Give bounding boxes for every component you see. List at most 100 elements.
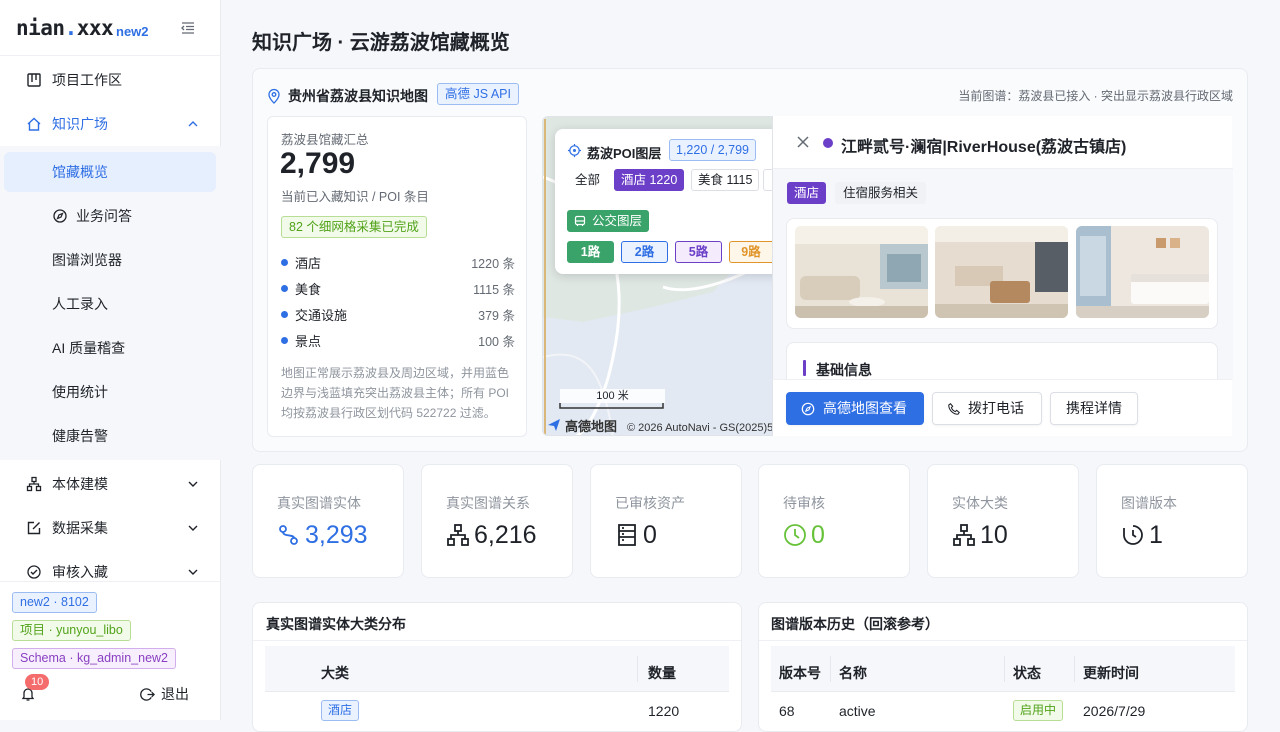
stat-card-version: 图谱版本 1 (1096, 464, 1248, 578)
col-count: 数量 (648, 665, 676, 681)
nav-sub-ai-audit[interactable]: AI 质量稽查 (4, 328, 216, 368)
section-title: 基础信息 (816, 362, 872, 378)
map-scale-label: 100 米 (560, 389, 665, 403)
summary-description: 地图正常展示荔波县及周边区域，并用蓝色边界与浅蓝填充突出荔波县主体；所有 POI… (281, 366, 510, 420)
summary-card: 荔波县馆藏汇总 2,799 当前已入藏知识 / POI 条目 82 个细网格采集… (267, 116, 527, 437)
stat-label: 实体大类 (952, 495, 1008, 511)
stat-label: 真实图谱实体 (277, 495, 361, 511)
close-icon[interactable] (795, 134, 811, 150)
logout-button[interactable]: 退出 (140, 684, 189, 704)
compass-icon (801, 402, 815, 416)
stat-card-approved: 已审核资产 0 (590, 464, 742, 578)
nav-collect[interactable]: 数据采集 (4, 508, 216, 548)
map-brand: 高德地图 (565, 419, 618, 434)
nav-workspace-label: 项目工作区 (52, 72, 122, 88)
app-logo[interactable]: nian.xxx (16, 16, 114, 40)
route-2-button[interactable]: 2路 (621, 241, 668, 263)
stat-card-pending: 待审核 0 (758, 464, 910, 578)
nav-sub-label: 图谱浏览器 (52, 252, 122, 268)
schema-tag: Schema · kg_admin_new2 (12, 648, 176, 669)
scale-bar (559, 403, 664, 409)
poi-name: 江畔贰号·澜宿|RiverHouse(荔波古镇店) (841, 139, 1127, 156)
version-number: 68 (779, 703, 795, 719)
hotel-photo-3[interactable] (1076, 226, 1209, 318)
collection-done-tag: 82 个细网格采集已完成 (281, 216, 427, 238)
amap-view-label: 高德地图查看 (823, 400, 907, 416)
filter-hotel[interactable]: 酒店 1220 (614, 169, 685, 191)
stat-label: 待审核 (783, 495, 825, 511)
category-row: 景点 100 条 (281, 331, 515, 349)
status-badge: 启用中 (1013, 700, 1064, 721)
nav-sub-label: 馆藏概览 (52, 164, 108, 180)
category-row: 美食 1115 条 (281, 279, 515, 297)
collapse-menu-icon[interactable] (180, 20, 196, 36)
basic-info-section: 基础信息 (786, 342, 1218, 379)
col-name: 名称 (839, 665, 867, 681)
nav-sub-browser[interactable]: 图谱浏览器 (4, 240, 216, 280)
poi-type-tag: 酒店 (787, 182, 827, 204)
nav-sub-overview[interactable]: 馆藏概览 (4, 152, 216, 192)
route-1-button[interactable]: 1路 (567, 241, 614, 263)
clock-icon (784, 524, 806, 546)
col-version: 版本号 (779, 665, 821, 681)
bus-icon (574, 215, 586, 226)
stat-label: 已审核资产 (615, 495, 685, 511)
map-panel-header: 贵州省荔波县知识地图 (266, 86, 428, 106)
nav-sub-label: 业务问答 (76, 208, 132, 224)
summary-subtitle: 当前已入藏知识 / POI 条目 (281, 190, 429, 204)
poi-subtype-tag: 住宿服务相关 (835, 182, 927, 204)
nav-workspace[interactable]: 项目工作区 (4, 60, 216, 100)
logout-icon (140, 687, 155, 701)
category-count: 1220 (648, 703, 680, 719)
env-tag: new2 (116, 24, 149, 39)
nav-ontology[interactable]: 本体建模 (4, 464, 216, 504)
nav-knowledge[interactable]: 知识广场 (4, 104, 216, 144)
board-icon (27, 73, 41, 87)
bus-layer-toggle[interactable]: 公交图层 (567, 210, 650, 232)
stat-value: 1 (1149, 521, 1163, 549)
route-9-button[interactable]: 9路 (729, 241, 772, 263)
poi-color-dot (823, 138, 833, 148)
ctrip-detail-button[interactable]: 携程详情 (1050, 392, 1138, 425)
col-updated: 更新时间 (1083, 665, 1139, 681)
amap-view-button[interactable]: 高德地图查看 (786, 392, 924, 425)
col-status: 状态 (1013, 665, 1041, 681)
filter-food[interactable]: 美食 1115 (691, 169, 760, 191)
category-row: 交通设施 379 条 (281, 305, 515, 323)
hierarchy-icon (26, 476, 42, 492)
home-icon (27, 117, 41, 131)
nav-ontology-label: 本体建模 (52, 476, 108, 492)
route-5-button[interactable]: 5路 (675, 241, 722, 263)
hotel-photo-1[interactable] (795, 226, 928, 318)
stat-card-relations: 真实图谱关系 6,216 (421, 464, 573, 578)
stat-label: 真实图谱关系 (446, 495, 530, 511)
stat-value: 3,293 (305, 521, 368, 549)
nav-sub-usage[interactable]: 使用统计 (4, 372, 216, 412)
map-panel-title: 贵州省荔波县知识地图 (288, 88, 428, 104)
project-tag: 项目 · yunyou_libo (12, 620, 131, 641)
chevron-down-icon (188, 481, 198, 487)
call-button[interactable]: 拨打电话 (932, 392, 1042, 425)
version-name: active (839, 703, 876, 719)
nav-sub-label: AI 质量稽查 (52, 340, 126, 356)
hotel-photo-2[interactable] (935, 226, 1068, 318)
check-circle-icon (27, 565, 41, 579)
nav-review-label: 审核入藏 (52, 564, 108, 580)
entity-link-icon (279, 525, 298, 545)
nav-sub-label: 人工录入 (52, 296, 108, 312)
server-icon (618, 524, 636, 546)
summary-total: 2,799 (280, 147, 356, 180)
nav-sub-health[interactable]: 健康告警 (4, 416, 216, 456)
location-pin-icon (268, 88, 280, 104)
history-icon (1123, 525, 1143, 545)
version-history-title: 图谱版本历史（回滚参考） (771, 616, 939, 632)
notification-badge: 10 (25, 674, 50, 690)
category-row: 酒店 1220 条 (281, 253, 515, 271)
nav-knowledge-label: 知识广场 (52, 116, 108, 132)
amap-logo-icon (548, 419, 560, 431)
stat-value: 10 (980, 521, 1008, 549)
distribution-title: 真实图谱实体大类分布 (266, 616, 406, 632)
filter-all[interactable]: 全部 (568, 169, 608, 191)
nav-sub-manual[interactable]: 人工录入 (4, 284, 216, 324)
nav-sub-qa[interactable]: 业务问答 (4, 196, 216, 236)
